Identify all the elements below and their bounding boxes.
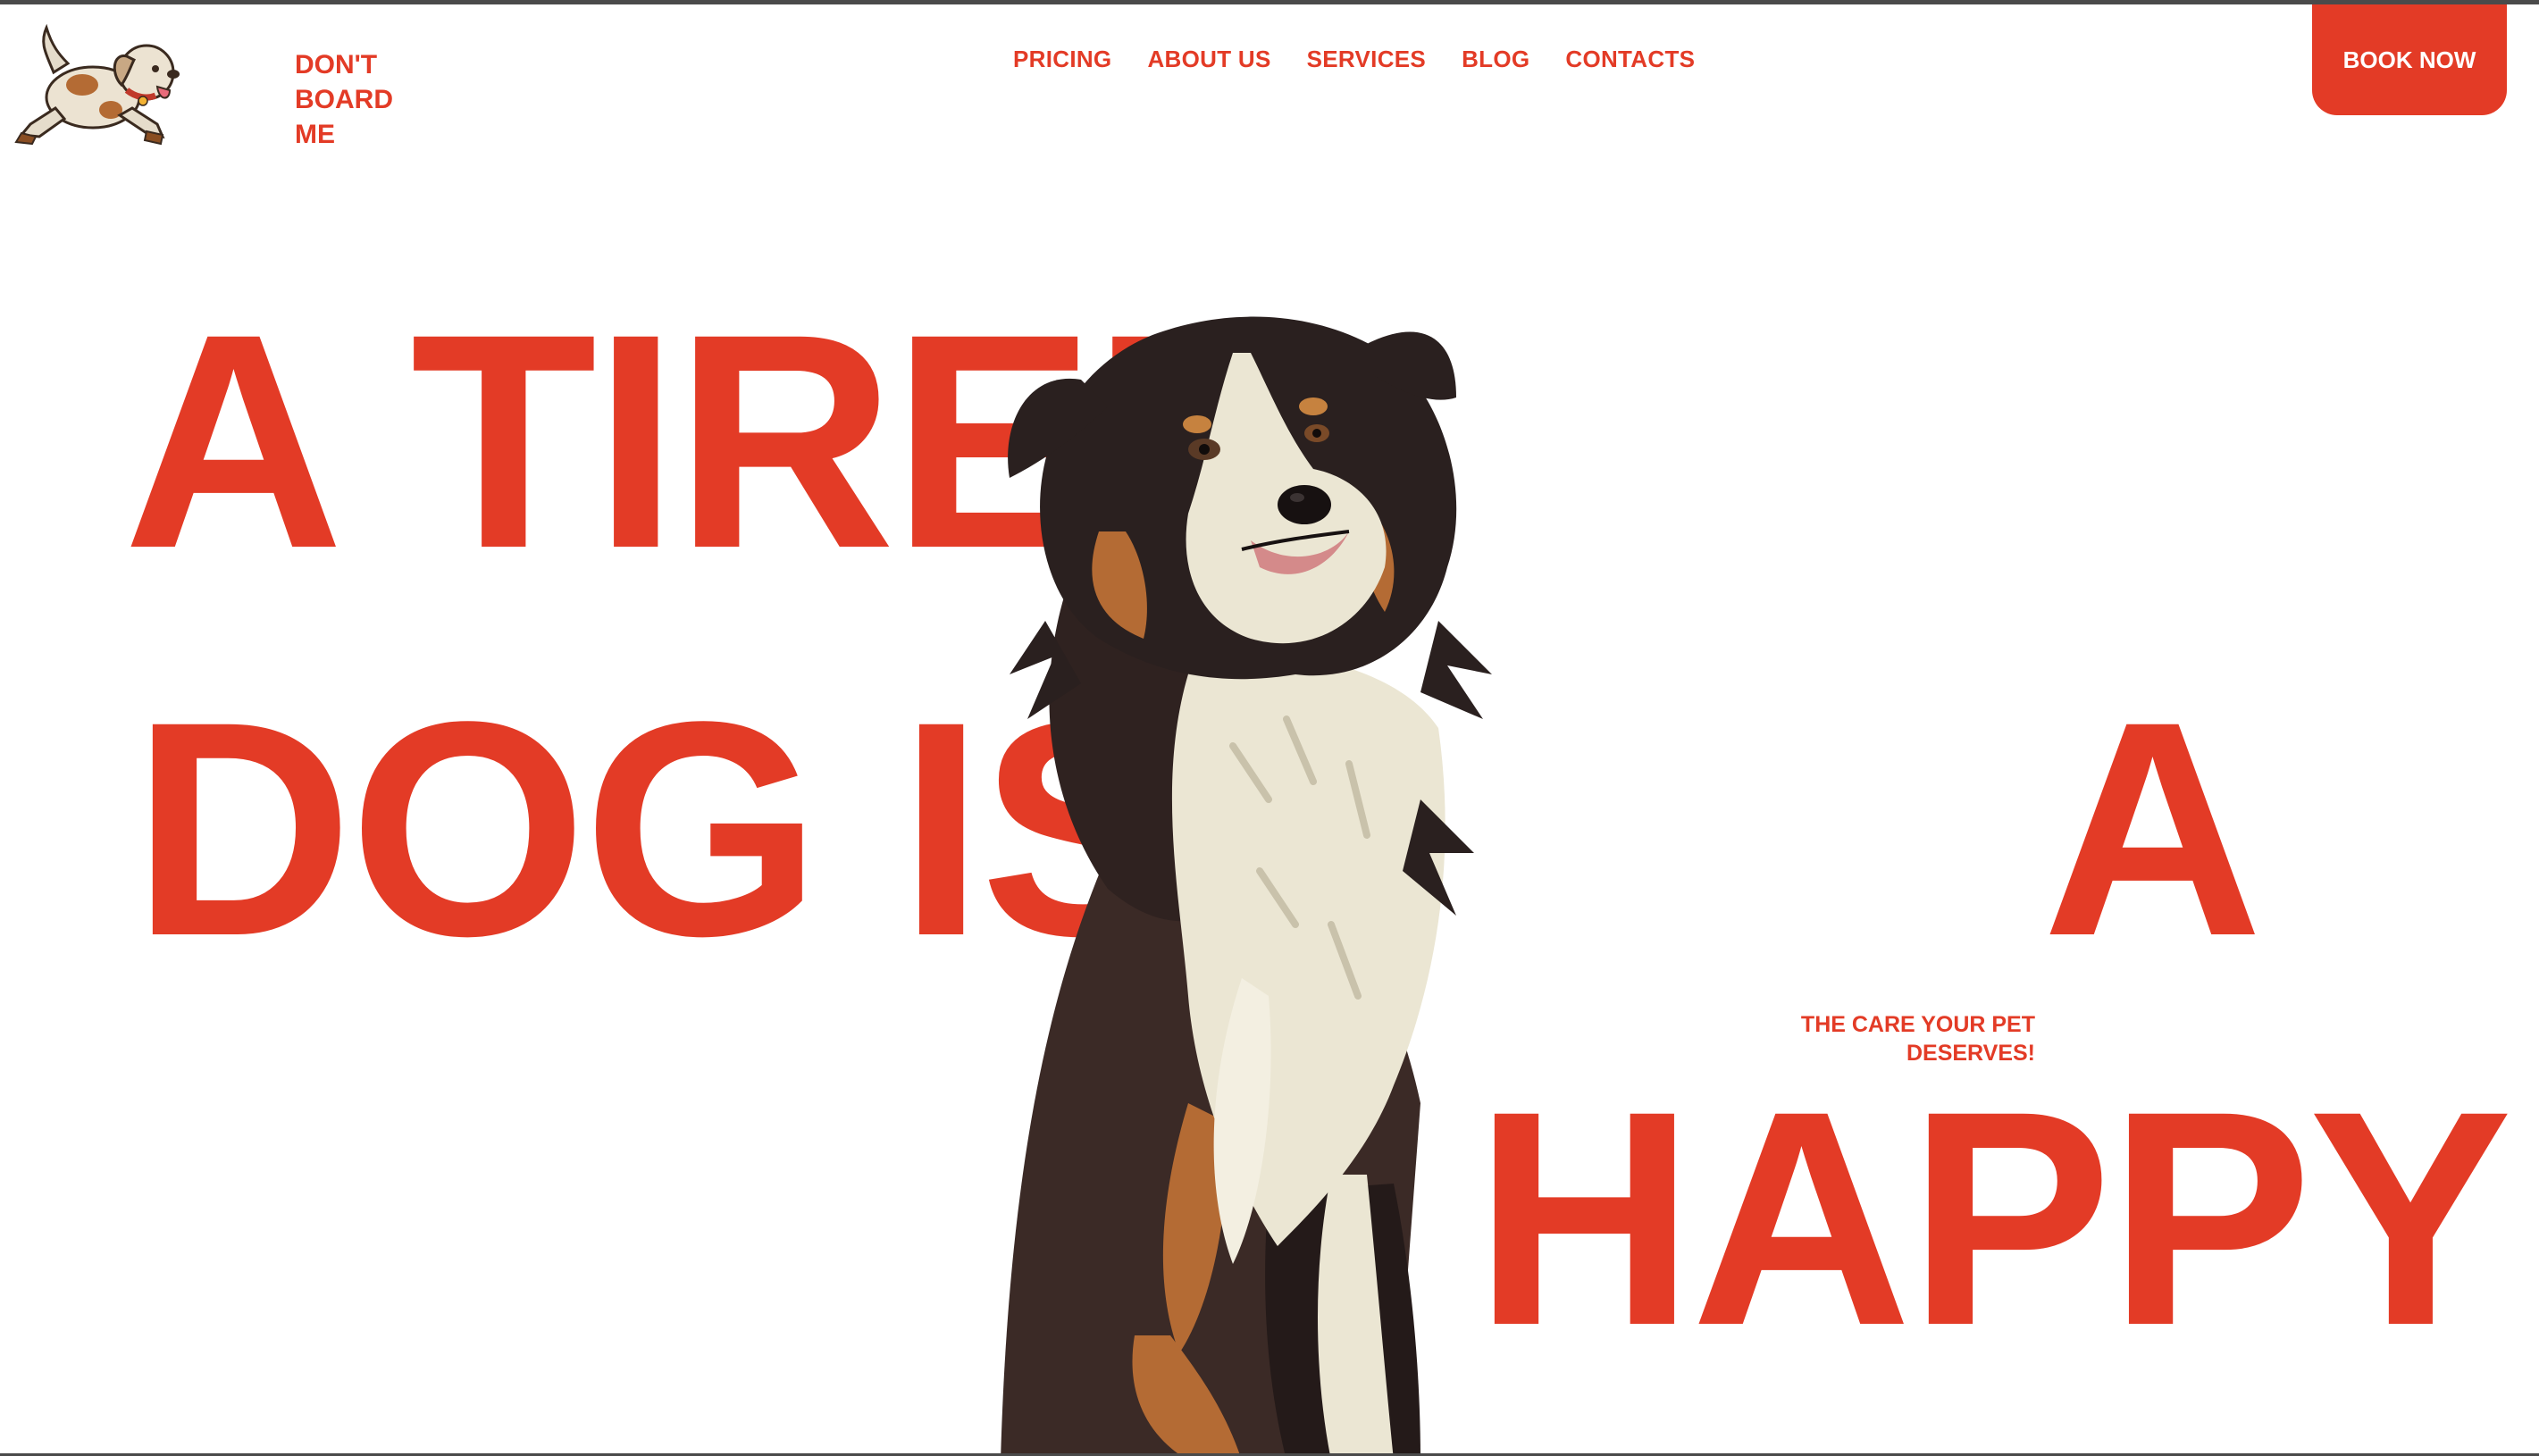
brand-line: ME <box>295 120 335 149</box>
nav-item-about-us[interactable]: ABOUT US <box>1147 46 1270 73</box>
nav-item-contacts[interactable]: CONTACTS <box>1565 46 1695 73</box>
nav-item-pricing[interactable]: PRICING <box>1013 46 1111 73</box>
page: DON'T BOARD ME PRICING ABOUT US SERVICES… <box>0 0 2539 1456</box>
nav-item-blog[interactable]: BLOG <box>1462 46 1529 73</box>
home-logo-link[interactable] <box>13 19 191 153</box>
brand-name: DON'T BOARD ME <box>295 47 393 152</box>
brand-line: BOARD <box>295 85 393 114</box>
hero-headline-line-3: A <box>2042 658 2263 1000</box>
australian-shepherd-dog-illustration-icon <box>1001 316 1492 1456</box>
hero-tagline: THE CARE YOUR PET DESERVES! <box>1800 1012 2035 1066</box>
main-navigation: PRICING ABOUT US SERVICES BLOG CONTACTS <box>1013 46 1695 73</box>
book-now-button[interactable]: BOOK NOW <box>2312 4 2507 115</box>
running-puppy-logo-icon <box>14 23 180 146</box>
nav-item-services[interactable]: SERVICES <box>1307 46 1426 73</box>
brand-line: DON'T <box>295 50 378 79</box>
